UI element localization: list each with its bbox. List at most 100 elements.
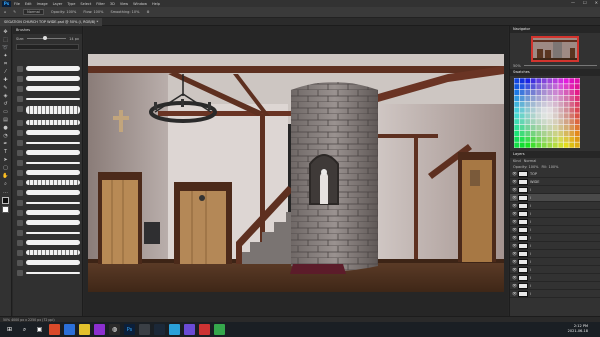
color-swatch[interactable] [558, 113, 564, 119]
color-swatch[interactable] [552, 142, 558, 148]
home-icon[interactable]: ⌂ [4, 10, 6, 14]
path-select-icon[interactable]: ➤ [2, 157, 9, 163]
visibility-eye-icon[interactable]: 👁 [512, 195, 517, 200]
menu-image[interactable]: Image [37, 2, 48, 6]
brush-icon[interactable]: ✎ [2, 85, 9, 91]
brush-group-icon[interactable] [17, 260, 23, 266]
color-swatch[interactable] [530, 107, 536, 113]
layers-blend-select[interactable]: Normal [524, 159, 537, 163]
color-swatch[interactable] [552, 136, 558, 142]
color-swatch[interactable] [574, 124, 580, 131]
color-swatch[interactable] [519, 119, 525, 125]
color-swatch[interactable] [558, 84, 564, 90]
color-swatch[interactable] [558, 119, 564, 125]
steam-icon[interactable] [154, 324, 165, 335]
color-swatch[interactable] [574, 130, 580, 137]
menu-window[interactable]: Window [133, 2, 147, 6]
menu-filter[interactable]: Filter [96, 2, 105, 6]
app-icon-gray[interactable] [139, 324, 150, 335]
color-swatch[interactable] [552, 113, 558, 119]
brush-preset[interactable] [26, 142, 80, 144]
color-swatch[interactable] [514, 142, 520, 148]
color-swatch[interactable] [541, 142, 547, 148]
color-swatch[interactable] [563, 107, 569, 113]
layer-row[interactable]: 👁 l [510, 202, 600, 210]
color-swatch[interactable] [514, 107, 520, 113]
navigator-thumbnail[interactable] [531, 36, 579, 62]
color-swatch[interactable] [569, 107, 575, 113]
app-icon-purple[interactable] [94, 324, 105, 335]
quick-select-icon[interactable]: ✦ [2, 53, 9, 59]
menu-edit[interactable]: Edit [25, 2, 32, 6]
color-swatch[interactable] [536, 130, 542, 137]
settings-gear-icon[interactable]: ⚙ [146, 10, 149, 14]
brush-preset[interactable] [26, 98, 80, 100]
visibility-eye-icon[interactable]: 👁 [512, 267, 517, 272]
minimize-button[interactable]: — [571, 0, 575, 5]
search-icon[interactable]: ⌕ [19, 324, 30, 335]
lasso-icon[interactable]: ➰ [2, 45, 9, 51]
brush-group-icon[interactable] [17, 250, 23, 256]
layer-row[interactable]: 👁 l [510, 266, 600, 274]
color-swatch[interactable] [514, 95, 520, 102]
color-swatch[interactable] [552, 130, 558, 137]
brush-preset[interactable] [26, 162, 80, 164]
brush-group-icon[interactable] [17, 160, 23, 166]
eyedropper-icon[interactable]: ⁄ [2, 69, 9, 75]
brush-preset-icon[interactable]: ✎ [13, 10, 16, 14]
brush-preset[interactable] [26, 180, 80, 185]
color-swatch[interactable] [519, 130, 525, 137]
brush-size-slider[interactable] [27, 36, 67, 40]
layer-row[interactable]: 👁 l [510, 210, 600, 218]
clone-icon[interactable]: ◈ [2, 93, 9, 99]
color-swatch[interactable] [519, 89, 525, 96]
color-swatch[interactable] [563, 142, 569, 148]
color-swatch[interactable] [541, 89, 547, 96]
app-icon-blue[interactable] [64, 324, 75, 335]
color-swatch[interactable] [547, 95, 553, 102]
color-swatch[interactable] [547, 119, 553, 125]
brush-preset[interactable] [26, 250, 80, 255]
dodge-icon[interactable]: ◔ [2, 133, 9, 139]
visibility-eye-icon[interactable]: 👁 [512, 235, 517, 240]
color-swatch[interactable] [519, 142, 525, 148]
pen-icon[interactable]: ✒ [2, 141, 9, 147]
color-swatch[interactable] [536, 107, 542, 113]
color-swatch[interactable] [574, 84, 580, 90]
photoshop-taskbar-icon[interactable]: Ps [124, 324, 135, 335]
color-swatch[interactable] [569, 142, 575, 148]
color-swatch[interactable] [547, 101, 553, 107]
brush-preset[interactable] [26, 106, 80, 114]
marquee-icon[interactable]: ⬚ [2, 37, 9, 43]
color-swatch[interactable] [552, 119, 558, 125]
maximize-button[interactable]: ☐ [583, 0, 587, 5]
color-swatch[interactable] [536, 89, 542, 96]
brush-preset[interactable] [26, 86, 80, 91]
brush-preset[interactable] [26, 130, 80, 135]
color-swatch[interactable] [574, 119, 580, 125]
color-swatch[interactable] [530, 101, 536, 107]
brush-preset[interactable] [26, 150, 80, 155]
color-swatch[interactable] [530, 84, 536, 90]
color-swatch[interactable] [563, 95, 569, 102]
color-swatch[interactable] [547, 84, 553, 90]
layer-row[interactable]: 👁 l [510, 186, 600, 194]
color-swatch[interactable] [536, 95, 542, 102]
color-swatch[interactable] [547, 124, 553, 131]
color-swatch[interactable] [552, 124, 558, 131]
brush-group-icon[interactable] [17, 180, 23, 186]
color-swatch[interactable] [514, 113, 520, 119]
brush-preset[interactable] [26, 210, 80, 215]
mode-select[interactable]: Normal [23, 9, 44, 15]
color-swatch[interactable] [536, 84, 542, 90]
color-swatch[interactable] [536, 101, 542, 107]
app-icon-red[interactable] [199, 324, 210, 335]
brush-group-icon[interactable] [17, 270, 23, 276]
color-swatch[interactable] [574, 136, 580, 142]
color-swatch[interactable] [547, 78, 553, 84]
color-swatch[interactable] [563, 84, 569, 90]
navigator-tab[interactable]: Navigator [510, 26, 600, 33]
brush-preset[interactable] [26, 190, 80, 195]
menu-layer[interactable]: Layer [53, 2, 63, 6]
color-swatch[interactable] [541, 101, 547, 107]
